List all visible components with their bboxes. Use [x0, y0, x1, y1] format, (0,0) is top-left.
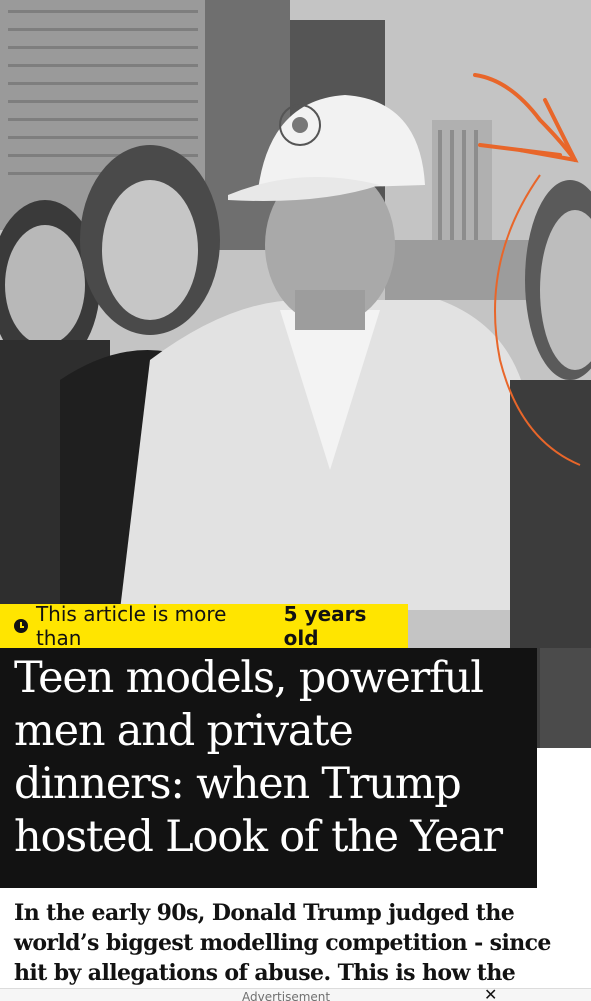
advertisement-bar: Advertisement ✕ — [0, 988, 591, 1001]
close-icon[interactable]: ✕ — [484, 989, 497, 1001]
headline-container: Teen models, powerful men and private di… — [0, 648, 537, 888]
age-badge-emphasis: 5 years old — [283, 602, 367, 650]
article-headline: Teen models, powerful men and private di… — [14, 653, 503, 862]
article-age-badge: This article is more than 5 years old — [0, 602, 408, 650]
advertisement-label: Advertisement — [242, 990, 331, 1001]
age-badge-prefix: This article is more than — [35, 602, 227, 650]
clock-icon — [14, 619, 28, 633]
article-standfirst: In the early 90s, Donald Trump judged th… — [14, 900, 551, 986]
